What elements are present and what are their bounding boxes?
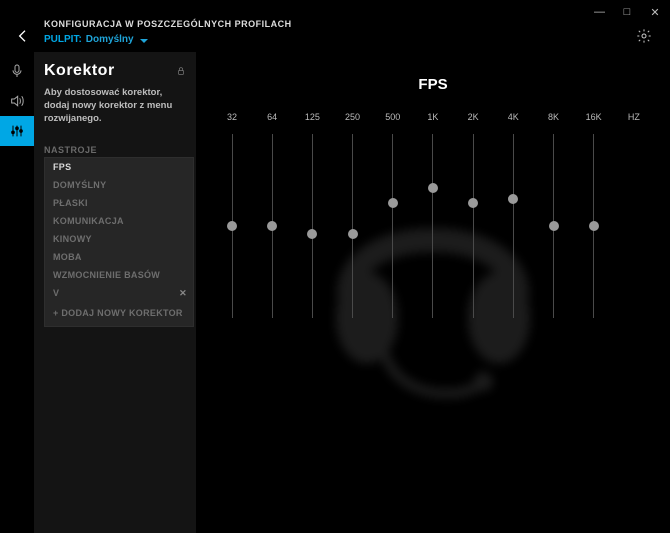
preset-item[interactable]: KINOWY [45, 230, 193, 248]
preset-list: FPSDOMYŚLNYPŁASKIKOMUNIKACJAKINOWYMOBAWZ… [44, 157, 194, 327]
eq-slider-knob[interactable] [388, 198, 398, 208]
eq-band: 8K [536, 112, 572, 322]
eq-sliders: 32 64 125 250 500 1K 2K 4K 8K 16K HZ [214, 112, 652, 322]
rail-audio[interactable] [0, 86, 34, 116]
eq-freq-label: 250 [345, 112, 360, 128]
eq-freq-label: 500 [385, 112, 400, 128]
eq-freq-label: 8K [548, 112, 559, 128]
eq-panel: FPS 32 64 125 250 500 1K 2K 4K 8K 16K HZ [196, 52, 670, 533]
window-maximize[interactable]: □ [622, 6, 632, 18]
lock-icon [176, 66, 186, 79]
side-rail [0, 52, 34, 533]
eq-freq-label: 2K [468, 112, 479, 128]
chevron-down-icon [140, 39, 148, 43]
eq-slider[interactable] [272, 134, 273, 318]
eq-freq-label: 125 [305, 112, 320, 128]
preset-item[interactable]: V✕ [45, 284, 193, 302]
eq-slider-knob[interactable] [468, 198, 478, 208]
add-preset-button[interactable]: + DODAJ NOWY KOREKTOR [45, 302, 193, 326]
eq-title: FPS [196, 76, 670, 93]
eq-band: 16K [576, 112, 612, 322]
presets-heading: NASTROJE [44, 145, 186, 155]
profile-value: Domyślny [86, 34, 134, 45]
eq-slider-knob[interactable] [428, 183, 438, 193]
config-header: KONFIGURACJA W POSZCZEGÓLNYCH PROFILACH [44, 19, 292, 29]
eq-slider[interactable] [593, 134, 594, 318]
preset-item[interactable]: MOBA [45, 248, 193, 266]
eq-slider-knob[interactable] [348, 229, 358, 239]
eq-freq-label: 16K [586, 112, 602, 128]
eq-freq-label: 32 [227, 112, 237, 128]
eq-slider-knob[interactable] [307, 229, 317, 239]
profile-label: PULPIT: [44, 34, 82, 45]
preset-item[interactable]: FPS [45, 158, 193, 176]
eq-slider-knob[interactable] [508, 194, 518, 204]
eq-slider-knob[interactable] [227, 221, 237, 231]
eq-slider-knob[interactable] [549, 221, 559, 231]
window-close[interactable]: ✕ [650, 6, 660, 19]
eq-band: 2K [455, 112, 491, 322]
preset-item[interactable]: DOMYŚLNY [45, 176, 193, 194]
preset-delete-icon[interactable]: ✕ [179, 288, 187, 299]
preset-item[interactable]: WZMOCNIENIE BASÓW [45, 266, 193, 284]
eq-slider[interactable] [352, 134, 353, 318]
eq-band: 125 [294, 112, 330, 322]
eq-hz-column: HZ [616, 112, 652, 322]
side-panel: Korektor Aby dostosować korektor, dodaj … [34, 52, 196, 533]
eq-slider[interactable] [513, 134, 514, 318]
eq-slider[interactable] [553, 134, 554, 318]
preset-item[interactable]: KOMUNIKACJA [45, 212, 193, 230]
eq-slider-knob[interactable] [267, 221, 277, 231]
rail-equalizer[interactable] [0, 116, 34, 146]
panel-desc: Aby dostosować korektor, dodaj nowy kore… [44, 87, 186, 125]
eq-band: 500 [375, 112, 411, 322]
settings-button[interactable] [636, 28, 652, 47]
eq-slider[interactable] [473, 134, 474, 318]
eq-slider[interactable] [432, 134, 433, 318]
eq-freq-label: 1K [427, 112, 438, 128]
eq-band: 64 [254, 112, 290, 322]
eq-slider[interactable] [312, 134, 313, 318]
back-button[interactable] [15, 28, 31, 47]
profile-selector[interactable]: PULPIT: Domyślny [44, 34, 148, 45]
eq-freq-label: 64 [267, 112, 277, 128]
eq-freq-label: 4K [508, 112, 519, 128]
eq-slider[interactable] [232, 134, 233, 318]
eq-band: 1K [415, 112, 451, 322]
eq-band: 250 [335, 112, 371, 322]
eq-band: 32 [214, 112, 250, 322]
eq-slider-knob[interactable] [589, 221, 599, 231]
preset-item[interactable]: PŁASKI [45, 194, 193, 212]
window-minimize[interactable]: — [594, 6, 604, 18]
eq-hz-label: HZ [628, 112, 640, 128]
panel-title: Korektor [44, 62, 186, 80]
eq-slider[interactable] [392, 134, 393, 318]
eq-band: 4K [495, 112, 531, 322]
rail-mic[interactable] [0, 56, 34, 86]
